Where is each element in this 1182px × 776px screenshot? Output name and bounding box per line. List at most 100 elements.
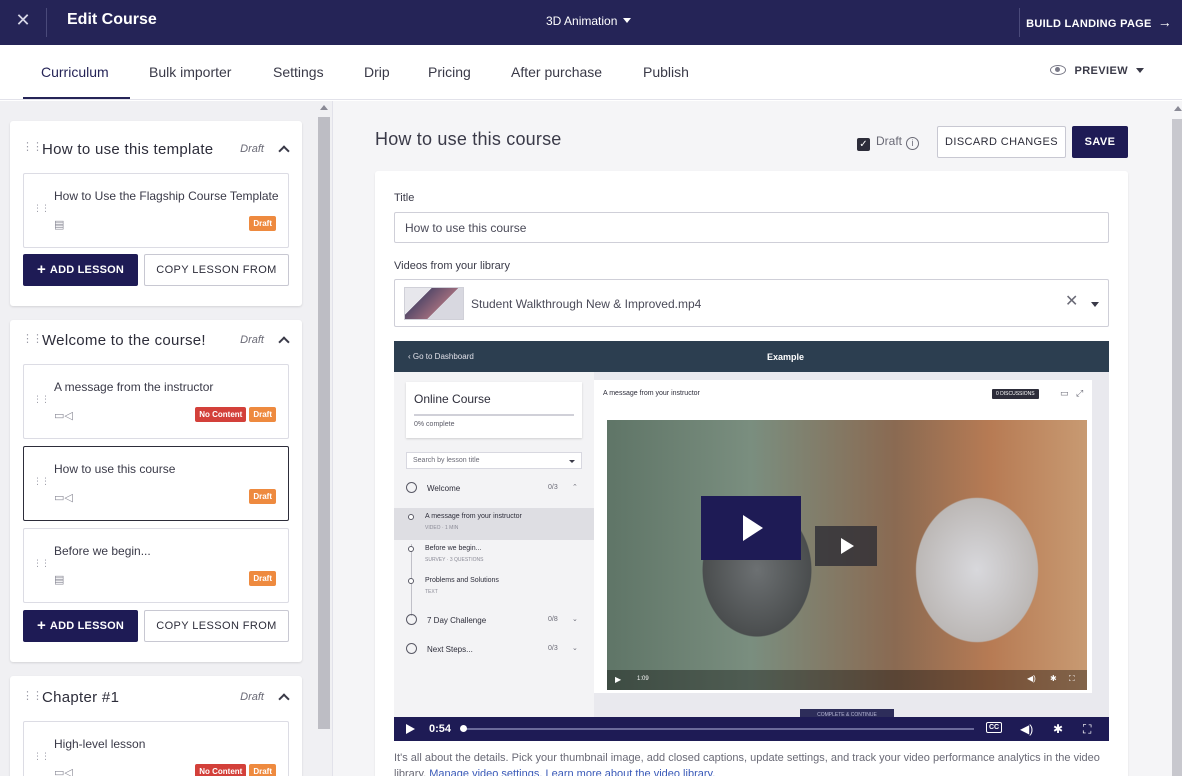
video-library-link[interactable]: Learn more about the video library. (545, 768, 715, 776)
tab-after-purchase[interactable]: After purchase (511, 64, 602, 80)
lesson-search: Search by lesson title (406, 452, 582, 469)
lesson-item-selected[interactable]: ⋮⋮ How to use this course ▭◁ Draft (23, 446, 289, 521)
no-content-badge: No Content (195, 407, 247, 422)
sidebar-scrollbar[interactable] (316, 101, 332, 776)
section-count: 0/3 (548, 645, 558, 652)
title-input[interactable] (394, 212, 1109, 243)
close-icon[interactable]: ✕ (14, 11, 32, 29)
drag-handle-icon[interactable]: ⋮⋮ (33, 559, 50, 568)
chapter-status: Draft (240, 143, 264, 155)
video-icon: ▭◁ (54, 767, 73, 776)
chevron-up-icon[interactable] (278, 145, 290, 157)
build-landing-page-button[interactable]: BUILD LANDING PAGE → (1026, 14, 1172, 30)
lesson-heading: How to use this course (375, 129, 562, 149)
build-landing-page-label: BUILD LANDING PAGE (1026, 18, 1152, 30)
checkmark-icon[interactable]: ✓ (857, 138, 870, 151)
back-to-dashboard-link: ‹ Go to Dashboard (408, 352, 474, 361)
lesson-item[interactable]: ⋮⋮ Before we begin... ▤ Draft (23, 528, 289, 603)
seek-handle[interactable] (460, 725, 467, 732)
chapter-title[interactable]: Welcome to the course! (42, 332, 206, 349)
drag-handle-icon[interactable]: ⋮⋮ (33, 752, 50, 761)
lesson-item[interactable]: ⋮⋮ A message from the instructor ▭◁ No C… (23, 364, 289, 439)
clear-icon[interactable]: ✕ (1065, 291, 1078, 311)
manage-video-settings-link[interactable]: Manage video settings. (429, 768, 542, 776)
tab-curriculum[interactable]: Curriculum (41, 64, 109, 80)
tab-bulk-importer[interactable]: Bulk importer (149, 64, 231, 80)
main-scrollbar[interactable] (1158, 101, 1182, 776)
video-frame: ▶ 1:09 ◀) ✱ ⛶ (607, 420, 1087, 690)
video-player[interactable]: ‹ Go to Dashboard Example Online Course … (394, 341, 1109, 741)
info-icon[interactable]: i (906, 137, 920, 150)
lesson-title: High-level lesson (54, 737, 146, 751)
course-name: 3D Animation (546, 14, 618, 28)
play-icon[interactable] (406, 724, 415, 734)
tab-drip[interactable]: Drip (364, 64, 390, 80)
draft-label: Draft (876, 134, 903, 148)
drag-handle-icon[interactable]: ⋮⋮ (22, 691, 43, 702)
draft-badge: Draft (249, 764, 276, 776)
copy-lesson-from-button[interactable]: COPY LESSON FROM (144, 254, 289, 286)
drag-handle-icon[interactable]: ⋮⋮ (33, 477, 50, 486)
active-tab-indicator (23, 97, 130, 99)
drag-handle-icon[interactable]: ⋮⋮ (22, 334, 43, 345)
circle-icon (408, 578, 414, 584)
add-lesson-button[interactable]: + ADD LESSON (23, 610, 138, 642)
section-label: 7 Day Challenge (427, 616, 487, 625)
chevron-up-icon[interactable] (278, 693, 290, 705)
player-lesson-title: Problems and Solutions (425, 577, 499, 584)
video-icon: ▭◁ (54, 492, 73, 504)
course-selector[interactable]: 3D Animation (546, 14, 632, 28)
progress-text: 0% complete (414, 421, 455, 428)
draft-checkbox[interactable]: ✓ Draft i (857, 134, 920, 151)
scrollbar-thumb[interactable] (318, 117, 330, 729)
drag-handle-icon[interactable]: ⋮⋮ (22, 142, 43, 153)
gear-icon[interactable]: ✱ (1053, 721, 1063, 737)
add-lesson-label: ADD LESSON (49, 620, 125, 632)
closed-captions-icon[interactable]: CC (986, 722, 1003, 733)
lesson-title: Before we begin... (54, 544, 151, 558)
divider (1019, 8, 1020, 37)
chapter-title[interactable]: How to use this template (42, 141, 213, 158)
drag-handle-icon[interactable]: ⋮⋮ (33, 204, 50, 213)
lesson-item[interactable]: ⋮⋮ High-level lesson ▭◁ No Content Draft (23, 721, 289, 776)
video-icon: ▭◁ (54, 410, 73, 422)
no-content-badge: No Content (195, 764, 247, 776)
video-library-select[interactable]: Student Walkthrough New & Improved.mp4 ✕ (394, 279, 1109, 327)
chevron-up-icon[interactable] (278, 336, 290, 348)
volume-icon[interactable]: ◀) (1020, 721, 1033, 737)
player-controls: 0:54 CC ◀) ✱ ⛶ (394, 717, 1109, 741)
scroll-up-icon[interactable] (1174, 106, 1182, 111)
copy-lesson-from-button[interactable]: COPY LESSON FROM (144, 610, 289, 642)
play-icon[interactable] (701, 496, 801, 560)
chevron-down-icon[interactable] (1091, 302, 1099, 307)
section-row: Next Steps... 0/3 ⌄ (406, 637, 582, 661)
lesson-badges: Draft (249, 216, 276, 231)
tab-pricing[interactable]: Pricing (428, 64, 471, 80)
draft-badge: Draft (249, 216, 276, 231)
preview-button[interactable]: PREVIEW (1050, 65, 1144, 77)
circle-icon (408, 546, 414, 552)
section-row: 7 Day Challenge 0/8 ⌄ (406, 608, 582, 632)
progress-bar (414, 414, 574, 416)
seek-bar[interactable] (462, 728, 974, 730)
fullscreen-icon: ⛶ (1069, 674, 1075, 683)
player-lesson-meta: VIDEO · 1 MIN (425, 525, 459, 531)
scrollbar-thumb[interactable] (1172, 119, 1182, 776)
play-icon (815, 526, 877, 566)
course-progress-card: Online Course 0% complete (406, 382, 582, 438)
fullscreen-icon[interactable]: ⛶ (1083, 721, 1091, 737)
save-button[interactable]: SAVE (1072, 126, 1128, 158)
chapter-card: ⋮⋮ How to use this template Draft ⋮⋮ How… (10, 121, 302, 306)
tab-publish[interactable]: Publish (643, 64, 689, 80)
tab-settings[interactable]: Settings (273, 64, 324, 80)
preview-label: PREVIEW (1074, 65, 1128, 77)
chevron-down-icon (569, 460, 575, 463)
player-lesson-row: Before we begin... SURVEY · 3 QUESTIONS (394, 540, 594, 572)
add-lesson-button[interactable]: + ADD LESSON (23, 254, 138, 286)
discard-changes-button[interactable]: DISCARD CHANGES (937, 126, 1066, 158)
draft-badge: Draft (249, 489, 276, 504)
drag-handle-icon[interactable]: ⋮⋮ (33, 395, 50, 404)
scroll-up-icon[interactable] (320, 105, 328, 110)
lesson-item[interactable]: ⋮⋮ How to Use the Flagship Course Templa… (23, 173, 289, 248)
chapter-title[interactable]: Chapter #1 (42, 689, 119, 706)
